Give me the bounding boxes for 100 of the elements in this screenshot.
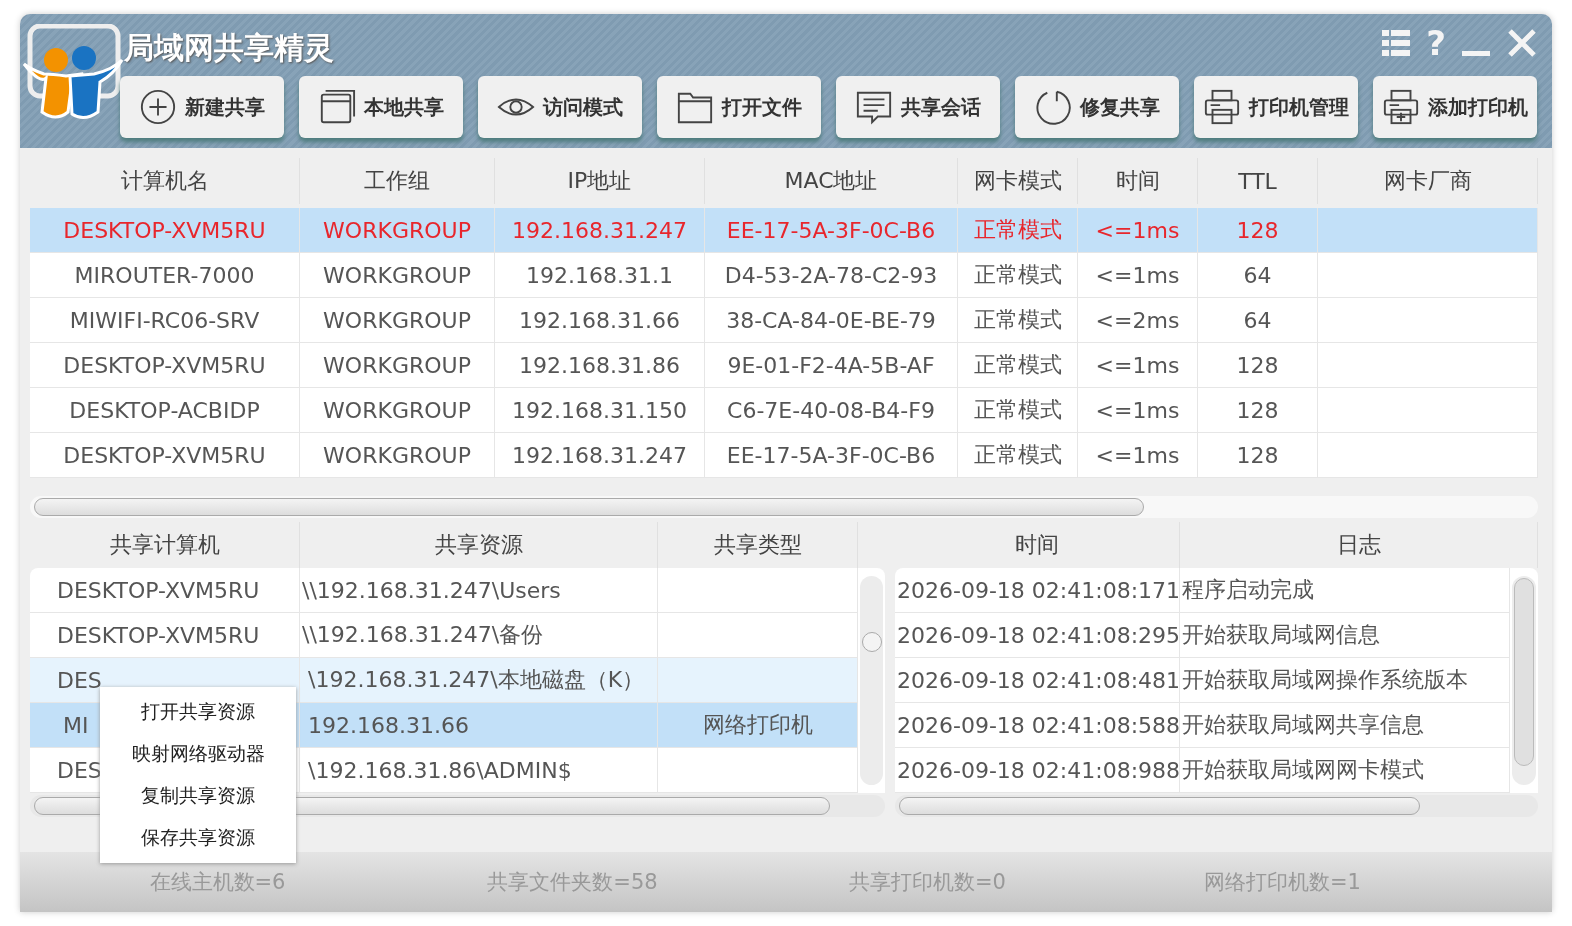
table-cell: 正常模式	[958, 298, 1078, 342]
column-header[interactable]: 网卡厂商	[1318, 158, 1538, 204]
table-cell: 192.168.31.1	[495, 253, 705, 297]
table-cell: DESKTOP-XVM5RU	[30, 208, 300, 252]
table-cell: MI	[63, 712, 89, 738]
table-cell: 128	[1198, 388, 1318, 432]
toolbar-button[interactable]: 打印机管理	[1194, 76, 1358, 138]
toolbar-button[interactable]: 共享会话	[836, 76, 1000, 138]
table-row[interactable]: DESKTOP-ACBIDP WORKGROUP 192.168.31.150 C6-7E-40-08-B4-F9 正常模式 <=1ms 128	[30, 388, 1538, 433]
toolbar-button[interactable]: 修复共享	[1015, 76, 1179, 138]
toolbar-button[interactable]: 本地共享	[299, 76, 463, 138]
table-cell: 2026-09-18 02:41:08:171	[895, 568, 1180, 612]
toolbar-button[interactable]: 访问模式	[478, 76, 642, 138]
toolbar-button[interactable]: 打开文件	[657, 76, 821, 138]
table-cell: 2026-09-18 02:41:08:588	[895, 703, 1180, 747]
table-cell: 38-CA-84-0E-BE-79	[705, 298, 958, 342]
table-cell: EE-17-5A-3F-0C-B6	[705, 433, 958, 477]
table-cell: DESKTOP-ACBIDP	[30, 388, 300, 432]
status-text: 共享文件夹数=58	[486, 869, 659, 896]
table-cell: 64	[1198, 253, 1318, 297]
table-cell: WORKGROUP	[300, 298, 495, 342]
menu-item[interactable]: 保存共享资源	[100, 817, 296, 859]
table-cell: 正常模式	[958, 253, 1078, 297]
status-text: 共享打印机数=0	[848, 869, 1007, 896]
table-cell: 192.168.31.66	[308, 712, 469, 738]
refresh-icon	[1034, 88, 1072, 126]
table-row[interactable]: DES \192.168.31.247\本地磁盘（K）	[30, 658, 858, 703]
table-cell: \192.168.31.86\ADMIN$	[308, 757, 572, 783]
window-title: 局域网共享精灵	[124, 29, 334, 67]
table-cell: 192.168.31.247	[495, 208, 705, 252]
status-text: 在线主机数=6	[148, 869, 287, 896]
table-cell: DES	[57, 667, 102, 693]
table-row[interactable]: MIWIFI-RC06-SRV WORKGROUP 192.168.31.66 38-CA-84-0E-BE-79 正常模式 <=2ms 64	[30, 298, 1538, 343]
table-cell: WORKGROUP	[300, 208, 495, 252]
column-header[interactable]: 计算机名	[30, 158, 300, 204]
table-cell: 2026-09-18 02:41:08:481	[895, 658, 1180, 702]
table-cell: D4-53-2A-78-C2-93	[705, 253, 958, 297]
table-cell: DESKTOP-XVM5RU	[57, 622, 260, 648]
table-cell: DES	[57, 757, 102, 783]
horizontal-scrollbar[interactable]	[895, 795, 1538, 817]
table-cell: 9E-01-F2-4A-5B-AF	[705, 343, 958, 387]
table-cell: <=1ms	[1078, 343, 1198, 387]
table-cell: 开始获取局域网操作系统版本	[1180, 658, 1510, 702]
table-cell: 开始获取局域网共享信息	[1180, 703, 1510, 747]
table-cell: 2026-09-18 02:41:08:988	[895, 748, 1180, 792]
table-cell: EE-17-5A-3F-0C-B6	[705, 208, 958, 252]
table-cell: <=1ms	[1078, 208, 1198, 252]
table-cell: 128	[1198, 208, 1318, 252]
table-cell: 192.168.31.247	[495, 433, 705, 477]
table-cell: 正常模式	[958, 343, 1078, 387]
table-row[interactable]: MIROUTER-7000 WORKGROUP 192.168.31.1 D4-53-2A-78-C2-93 正常模式 <=1ms 64	[30, 253, 1538, 298]
table-cell: C6-7E-40-08-B4-F9	[705, 388, 958, 432]
table-cell: WORKGROUP	[300, 343, 495, 387]
column-header[interactable]: 时间	[1078, 158, 1198, 204]
table-row[interactable]: DESKTOP-XVM5RU WORKGROUP 192.168.31.86 9E-01-F2-4A-5B-AF 正常模式 <=1ms 128	[30, 343, 1538, 388]
vertical-scrollbar[interactable]	[860, 576, 883, 785]
table-cell-text: 网络打印机	[702, 711, 813, 739]
table-cell: 开始获取局域网信息	[1180, 613, 1510, 657]
table-cell: <=1ms	[1078, 433, 1198, 477]
column-header[interactable]: 工作组	[300, 158, 495, 204]
window-icon	[318, 88, 356, 126]
table-cell: <=1ms	[1078, 253, 1198, 297]
toolbar-button[interactable]: 添加打印机	[1373, 76, 1537, 138]
table-cell: <=2ms	[1078, 298, 1198, 342]
table-cell: DESKTOP-XVM5RU	[57, 577, 260, 603]
table-cell: 程序启动完成	[1180, 568, 1510, 612]
column-header[interactable]: TTL	[1198, 158, 1318, 204]
table-cell: WORKGROUP	[300, 388, 495, 432]
horizontal-scrollbar[interactable]	[30, 496, 1538, 518]
table-row[interactable]: DESKTOP-XVM5RU WORKGROUP 192.168.31.247 EE-17-5A-3F-0C-B6 正常模式 <=1ms 128	[30, 433, 1538, 478]
plus-icon	[139, 88, 177, 126]
printer-icon	[1203, 88, 1241, 126]
column-header[interactable]: MAC地址	[705, 158, 958, 204]
table-cell: 128	[1198, 343, 1318, 387]
table-cell: MIROUTER-7000	[30, 253, 300, 297]
table-cell: 开始获取局域网网卡模式	[1180, 748, 1510, 792]
table-cell-text: \\192.168.31.247\备份	[302, 621, 544, 649]
table-cell: WORKGROUP	[300, 433, 495, 477]
close-icon[interactable]	[1506, 27, 1538, 59]
table-cell: WORKGROUP	[300, 253, 495, 297]
table-cell: 2026-09-18 02:41:08:295	[895, 613, 1180, 657]
table-cell-text: \192.168.31.247\本地磁盘（K）	[308, 666, 645, 694]
table-cell: MIWIFI-RC06-SRV	[30, 298, 300, 342]
table-cell: 128	[1198, 433, 1318, 477]
table-cell: <=1ms	[1078, 388, 1198, 432]
vertical-scrollbar[interactable]	[1512, 576, 1536, 785]
printer-icon	[1382, 88, 1420, 126]
column-header[interactable]: 网卡模式	[958, 158, 1078, 204]
table-cell: \\192.168.31.247\Users	[302, 577, 561, 603]
table-cell: 正常模式	[958, 433, 1078, 477]
table-cell: 正常模式	[958, 388, 1078, 432]
table-cell: DESKTOP-XVM5RU	[30, 433, 300, 477]
table-cell: 192.168.31.150	[495, 388, 705, 432]
table-cell: 192.168.31.66	[495, 298, 705, 342]
column-header[interactable]: IP地址	[495, 158, 705, 204]
table-row[interactable]: DESKTOP-XVM5RU \\192.168.31.247\Users	[30, 568, 858, 613]
table-cell: 64	[1198, 298, 1318, 342]
menu-icon[interactable]	[1380, 27, 1413, 59]
toolbar-button[interactable]: 新建共享	[120, 76, 284, 138]
table-cell: 正常模式	[958, 208, 1078, 252]
